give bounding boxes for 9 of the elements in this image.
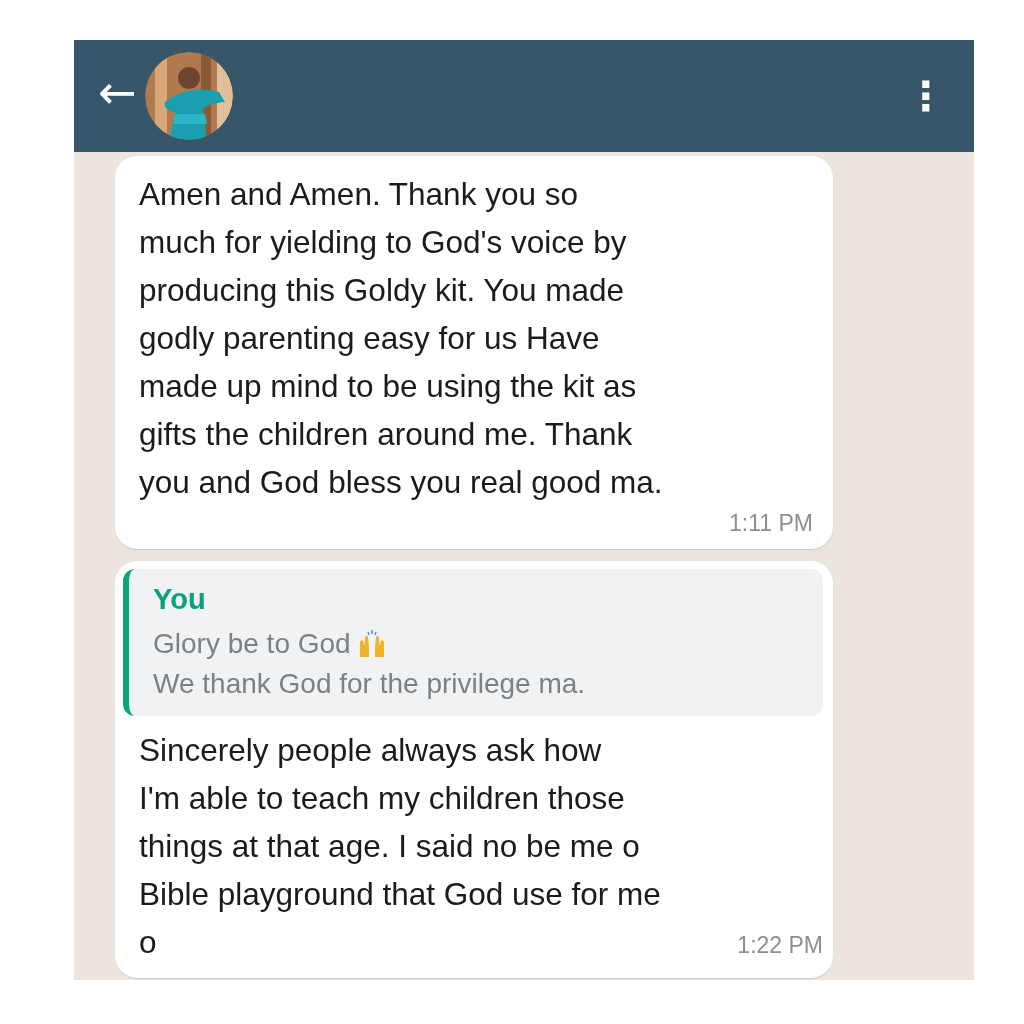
- quote-author: You: [153, 583, 207, 616]
- back-button[interactable]: ←: [94, 69, 141, 123]
- message-text: Amen and Amen. Thank you so much for yielding to God's voice by producing this Goldy kit. You made godly parenting easy for us Have made up mind to be using the kit as gifts the children around me. Thank you and God bless you real good ma.: [139, 175, 663, 502]
- menu-button[interactable]: ⋮: [898, 76, 954, 116]
- quote-text: We thank God for the privilege ma.: [153, 667, 586, 701]
- message-text: Sincerely people always ask how I'm able to teach my children those things at that age. I said no be me o Bible playground that God use for me o: [138, 731, 661, 962]
- quote-text: Glory be to God: [153, 627, 351, 661]
- timestamp: 1:11 PM: [729, 510, 813, 537]
- timestamp: 1:22 PM: [737, 932, 823, 960]
